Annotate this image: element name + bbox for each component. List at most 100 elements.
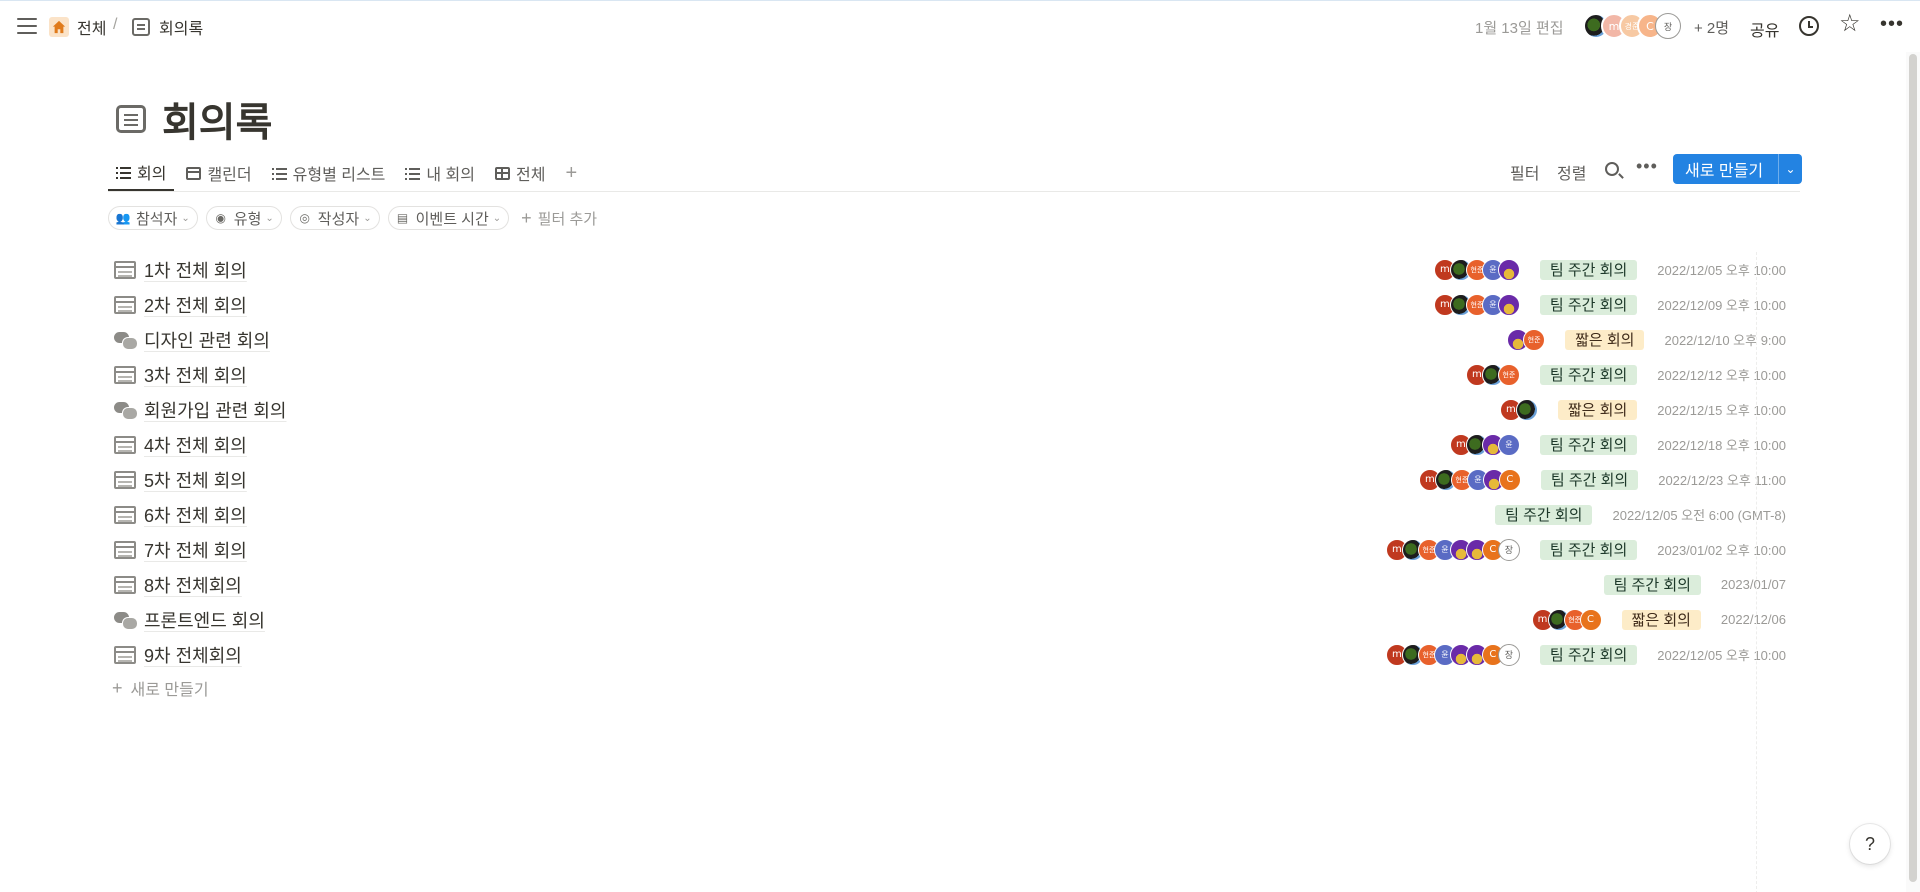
more-options-icon[interactable]: ••• (1880, 13, 1904, 36)
page-document-icon[interactable] (116, 105, 146, 133)
avatar: 현준 (1497, 363, 1520, 386)
attendee-avatars[interactable]: m 현준 C (1531, 608, 1602, 631)
list-item[interactable]: 8차 전체회의 팀 주간 회의 2023/01/07 (108, 567, 1798, 602)
attendee-avatars[interactable]: 현준 (1507, 328, 1546, 351)
type-tag: 팀 주간 회의 (1539, 434, 1638, 455)
tab-my-meetings[interactable]: 내 회의 (397, 155, 483, 191)
event-date: 2022/12/23 오후 11:00 (1658, 473, 1786, 488)
list-item[interactable]: 4차 전체 회의 m 윤 팀 주간 회의 2022/12/18 오후 10:00 (108, 427, 1798, 462)
tag-icon: ◉ (215, 211, 227, 225)
list-icon (116, 166, 131, 179)
filter-author[interactable]: ◎ 작성자 ⌄ (289, 206, 380, 230)
filter-attendees[interactable]: 👥 참석자 ⌄ (108, 206, 198, 230)
people-icon: 👥 (115, 211, 131, 225)
scrollbar-thumb[interactable] (1909, 54, 1917, 882)
filter-type[interactable]: ◉ 유형 ⌄ (205, 206, 282, 230)
row-title[interactable]: 2차 전체 회의 (144, 292, 247, 318)
list-item[interactable]: 디자인 관련 회의 현준 짧은 회의 2022/12/10 오후 9:00 (108, 322, 1798, 357)
tab-all[interactable]: 전체 (487, 155, 553, 191)
row-title[interactable]: 1차 전체 회의 (144, 257, 247, 283)
calendar-icon: ▤ (396, 211, 409, 225)
new-row-button[interactable]: + 새로 만들기 (112, 676, 209, 700)
event-date: 2023/01/02 오후 10:00 (1657, 543, 1786, 558)
row-title[interactable]: 프론트엔드 회의 (144, 607, 265, 633)
list-item[interactable]: 프론트엔드 회의 m 현준 C 짧은 회의 2022/12/06 (108, 602, 1798, 637)
avatar (1497, 258, 1520, 281)
sort-button[interactable]: 정렬 (1557, 156, 1586, 188)
favorite-icon[interactable]: ☆ (1839, 12, 1861, 36)
avatar: 윤 (1497, 433, 1520, 456)
chevron-down-icon[interactable]: ⌄ (1778, 154, 1802, 184)
filter-label: 작성자 (317, 210, 360, 228)
menu-icon[interactable] (16, 15, 38, 37)
list-item[interactable]: 3차 전체 회의 m 현준 팀 주간 회의 2022/12/12 오후 10:00 (108, 357, 1798, 392)
add-view-button[interactable]: + (557, 155, 585, 191)
list-icon (405, 167, 421, 180)
list-item[interactable]: 회원가입 관련 회의 m 짧은 회의 2022/12/15 오후 10:00 (108, 392, 1798, 427)
list-item[interactable]: 6차 전체 회의 팀 주간 회의 2022/12/05 오전 6:00 (GMT-8… (108, 497, 1798, 532)
row-title[interactable]: 6차 전체 회의 (144, 502, 247, 528)
row-properties: m윤 팀 주간 회의 2022/12/18 오후 10:00 (1449, 427, 1786, 462)
list-item[interactable]: 1차 전체 회의 m 현준 윤 팀 주간 회의 2022/12/05 오후 10:00 (108, 252, 1798, 287)
event-date: 2022/12/18 오후 10:00 (1657, 438, 1786, 453)
calendar-icon (114, 645, 136, 664)
filter-button[interactable]: 필터 (1510, 156, 1539, 188)
list-item[interactable]: 5차 전체 회의 m 현준 윤 C 팀 주간 회의 2022/12/23 오후 11:00 (108, 462, 1798, 497)
event-date: 2022/12/05 오전 6:00 (GMT-8) (1612, 508, 1786, 523)
view-more-icon[interactable]: ••• (1636, 156, 1658, 177)
type-tag: 팀 주간 회의 (1540, 469, 1639, 490)
page-title[interactable]: 회의록 (162, 90, 272, 148)
breadcrumb-home[interactable]: 전체 (49, 15, 106, 39)
row-properties: m 현준 팀 주간 회의 2022/12/12 오후 10:00 (1465, 357, 1786, 392)
attendee-avatars[interactable]: m 현준 윤 C 장 (1385, 538, 1520, 561)
new-button[interactable]: 새로 만들기 ⌄ (1673, 154, 1802, 184)
attendee-avatars[interactable]: m (1499, 398, 1538, 421)
type-tag: 짧은 회의 (1557, 399, 1638, 420)
history-icon[interactable] (1799, 16, 1819, 36)
calendar-icon (114, 470, 136, 489)
row-title[interactable]: 3차 전체 회의 (144, 362, 247, 388)
attendee-avatars[interactable]: m 현준 (1465, 363, 1520, 386)
row-title[interactable]: 7차 전체 회의 (144, 537, 247, 563)
list-item[interactable]: 7차 전체 회의 m 현준 윤 C 장 팀 주간 회의 2023/01/02 오후 10:00 (108, 532, 1798, 567)
calendar-icon (114, 365, 136, 384)
attendee-avatars[interactable]: m 현준 윤 (1433, 293, 1520, 316)
more-people-count[interactable]: + 2명 (1694, 17, 1729, 38)
collaborator-avatars[interactable]: m 경준 C 장 (1583, 13, 1681, 39)
tab-by-type[interactable]: 유형별 리스트 (264, 155, 394, 191)
event-date: 2023/01/07 (1720, 577, 1786, 592)
attendee-avatars[interactable]: m 현준 윤 C (1418, 468, 1521, 491)
attendee-avatars[interactable]: m 현준 윤 (1433, 258, 1520, 281)
list-item[interactable]: 9차 전체회의 m 현준 윤 C 장 팀 주간 회의 2022/12/05 오후 10:00 (108, 637, 1798, 672)
add-filter-button[interactable]: + 필터 추가 (517, 206, 601, 230)
search-icon[interactable] (1605, 162, 1619, 176)
row-title[interactable]: 8차 전체회의 (144, 572, 242, 598)
tab-meetings[interactable]: 회의 (108, 155, 175, 191)
event-date: 2022/12/05 오후 10:00 (1657, 263, 1786, 278)
new-button-label: 새로 만들기 (1685, 163, 1764, 180)
attendee-avatars[interactable]: m윤 (1449, 433, 1520, 456)
list-item[interactable]: 2차 전체 회의 m 현준 윤 팀 주간 회의 2022/12/09 오후 10:00 (108, 287, 1798, 322)
breadcrumb-separator: / (113, 16, 118, 33)
row-title[interactable]: 9차 전체회의 (144, 642, 242, 668)
filter-label: 유형 (233, 210, 262, 228)
plus-icon: + (112, 677, 123, 698)
attendee-avatars[interactable]: m 현준 윤 C 장 (1385, 643, 1520, 666)
share-button[interactable]: 공유 (1750, 17, 1779, 41)
type-tag: 팀 주간 회의 (1539, 259, 1638, 280)
row-properties: m 현준 윤 C 장 팀 주간 회의 2023/01/02 오후 10:00 (1385, 532, 1786, 567)
row-title[interactable]: 5차 전체 회의 (144, 467, 247, 493)
tab-calendar[interactable]: 캘린더 (178, 155, 259, 191)
breadcrumb-page[interactable]: 회의록 (132, 15, 203, 39)
chat-icon (114, 331, 138, 350)
avatar: 장 (1497, 538, 1520, 561)
avatar: 장 (1655, 13, 1681, 39)
tab-label: 회의 (137, 166, 167, 183)
help-button[interactable]: ? (1850, 824, 1890, 864)
row-title[interactable]: 회원가입 관련 회의 (144, 397, 286, 423)
avatar (1497, 293, 1520, 316)
person-icon: ◎ (299, 211, 311, 225)
filter-event-time[interactable]: ▤ 이벤트 시간 ⌄ (387, 206, 510, 230)
row-title[interactable]: 디자인 관련 회의 (144, 327, 270, 353)
row-title[interactable]: 4차 전체 회의 (144, 432, 247, 458)
